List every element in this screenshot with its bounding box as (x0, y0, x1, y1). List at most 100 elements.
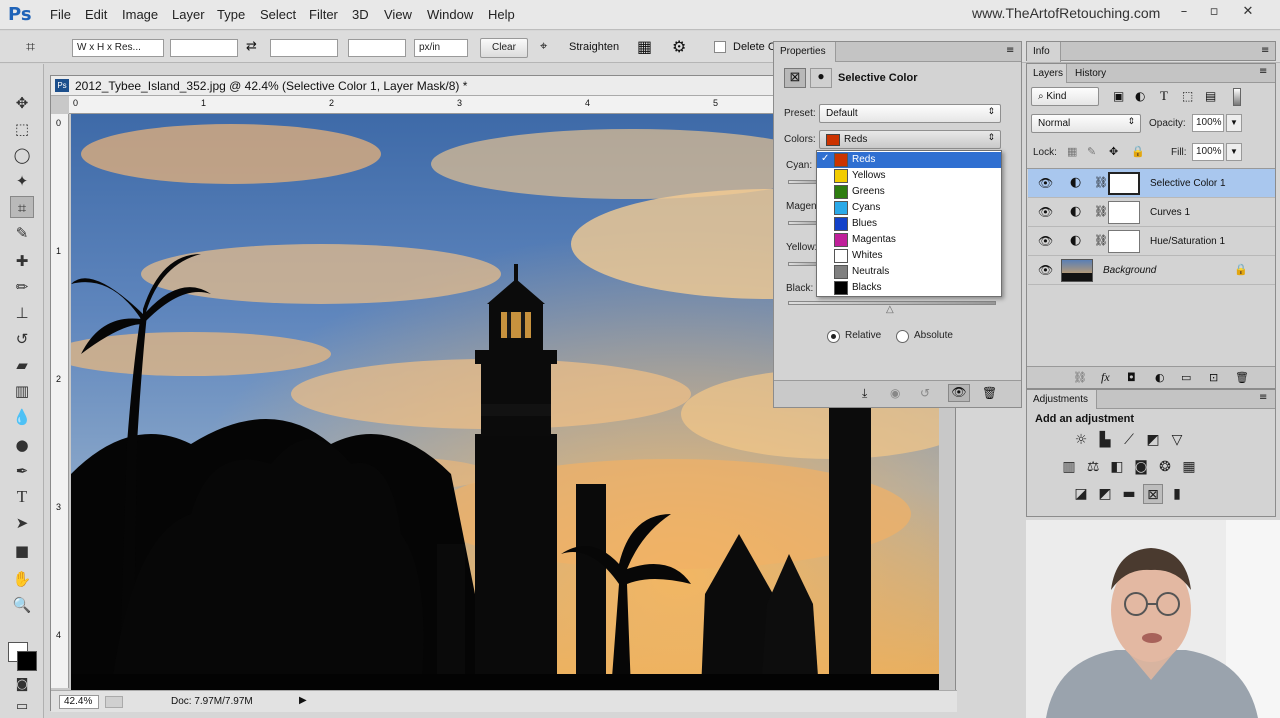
invert-icon[interactable]: ◪ (1071, 484, 1091, 504)
selective-color-icon[interactable]: ⊠ (1143, 484, 1163, 504)
hue-saturation-icon[interactable]: ▥ (1059, 457, 1079, 477)
status-menu-arrow-icon[interactable]: ▶ (299, 695, 307, 706)
new-group-icon[interactable]: ▭ (1181, 371, 1191, 384)
clip-to-layer-icon[interactable]: ⤓ (862, 386, 867, 401)
units-select[interactable]: px/in (414, 39, 468, 57)
dropdown-item-magentas[interactable]: Magentas (817, 232, 1001, 248)
link-layers-icon[interactable]: ⛓ (1073, 371, 1087, 384)
dodge-tool-icon[interactable]: ● (10, 434, 34, 456)
menu-help[interactable]: Help (488, 7, 515, 22)
maximize-icon[interactable]: ▫ (1203, 4, 1225, 22)
zoom-tool-icon[interactable]: 🔍 (10, 594, 34, 616)
crop-tool-icon-active[interactable]: ⌗ (10, 196, 34, 218)
tab-adjustments[interactable]: Adjustments (1027, 390, 1097, 409)
black-slider-handle-icon[interactable]: △ (886, 304, 894, 315)
menu-image[interactable]: Image (122, 7, 158, 22)
crop-tool-icon[interactable]: ⌗ (26, 37, 35, 57)
adjustment-filter-icon[interactable]: ◐ (1135, 89, 1145, 103)
fx-icon[interactable]: fx (1101, 370, 1110, 385)
link-icon[interactable]: ⛓ (1094, 205, 1108, 218)
layer-row-selective-color[interactable]: 👁 ◐ ⛓ Selective Color 1 (1028, 169, 1275, 198)
menu-select[interactable]: Select (260, 7, 296, 22)
tab-properties[interactable]: Properties (774, 42, 836, 62)
dropdown-item-blacks[interactable]: Blacks (817, 280, 1001, 296)
layer-row-curves[interactable]: 👁 ◐ ⛓ Curves 1 (1028, 198, 1275, 227)
layer-mask-thumbnail[interactable] (1108, 230, 1140, 253)
black-white-icon[interactable]: ◧ (1107, 457, 1127, 477)
gear-icon[interactable]: ⚙ (672, 37, 686, 56)
gradient-map-icon[interactable]: ▮ (1167, 484, 1187, 504)
visibility-eye-icon[interactable]: 👁 (948, 384, 970, 402)
color-balance-icon[interactable]: ⚖ (1083, 457, 1103, 477)
menu-type[interactable]: Type (217, 7, 245, 22)
visibility-eye-icon[interactable]: 👁 (1038, 205, 1053, 219)
grid-overlay-icon[interactable]: ▦ (637, 37, 652, 56)
delete-layer-icon[interactable]: 🗑 (1235, 371, 1249, 384)
pen-tool-icon[interactable]: ✒ (10, 460, 34, 482)
dropdown-item-cyans[interactable]: Cyans (817, 200, 1001, 216)
menu-3d[interactable]: 3D (352, 7, 369, 22)
swap-icon[interactable]: ⇄ (246, 39, 257, 54)
link-icon[interactable]: ⛓ (1094, 176, 1108, 189)
blend-mode-select[interactable]: Normal ⇕ (1031, 114, 1141, 133)
clone-stamp-tool-icon[interactable]: ⊥ (10, 302, 34, 324)
blur-tool-icon[interactable]: 💧 (10, 406, 34, 428)
eraser-tool-icon[interactable]: ▰ (10, 354, 34, 376)
filter-toggle-icon[interactable] (1233, 88, 1241, 106)
layer-name[interactable]: Hue/Saturation 1 (1150, 236, 1225, 247)
straighten-icon[interactable]: ⌖ (540, 39, 547, 54)
dropdown-item-neutrals[interactable]: Neutrals (817, 264, 1001, 280)
visibility-eye-icon[interactable]: 👁 (1038, 176, 1053, 190)
lock-position-icon[interactable]: ✥ (1109, 145, 1118, 158)
panel-menu-icon[interactable]: ≡ (1006, 45, 1014, 56)
filter-kind-select[interactable]: ⌕ Kind (1031, 87, 1099, 106)
reset-icon[interactable]: ↺ (920, 386, 930, 400)
dropdown-item-yellows[interactable]: Yellows (817, 168, 1001, 184)
fill-field[interactable]: 100% (1192, 143, 1224, 161)
background-thumbnail[interactable] (1061, 259, 1093, 282)
brightness-contrast-icon[interactable]: ☼ (1071, 430, 1091, 450)
crop-ratio-select[interactable]: W x H x Res... (72, 39, 164, 57)
add-mask-icon[interactable]: ◘ (1127, 371, 1136, 384)
healing-tool-icon[interactable]: ✚ (10, 250, 34, 272)
gradient-tool-icon[interactable]: ▥ (10, 380, 34, 402)
lasso-tool-icon[interactable]: ◯ (10, 144, 34, 166)
close-icon[interactable]: ✕ (1237, 4, 1259, 22)
resolution-field[interactable] (348, 39, 406, 57)
clear-button[interactable]: Clear (480, 38, 528, 58)
screen-mode-icon[interactable]: ▭ (10, 696, 34, 718)
layer-name[interactable]: Selective Color 1 (1150, 178, 1226, 189)
lock-all-icon[interactable]: 🔒 (1131, 145, 1145, 158)
dropdown-item-whites[interactable]: Whites (817, 248, 1001, 264)
dropdown-item-reds[interactable]: ✓ Reds (817, 152, 1001, 168)
fill-arrow-icon[interactable]: ▼ (1226, 143, 1242, 161)
tab-history[interactable]: History (1075, 68, 1106, 79)
background-color-swatch[interactable] (17, 651, 37, 671)
type-filter-icon[interactable]: T (1160, 88, 1168, 104)
panel-menu-icon[interactable]: ≡ (1259, 392, 1267, 403)
menu-file[interactable]: File (50, 7, 71, 22)
shape-filter-icon[interactable]: ⬚ (1182, 89, 1193, 103)
visibility-eye-icon[interactable]: 👁 (1038, 263, 1053, 277)
delete-cropped-checkbox[interactable] (714, 41, 726, 53)
new-adjustment-icon[interactable]: ◐ (1155, 371, 1165, 384)
layer-mask-thumbnail[interactable] (1108, 201, 1140, 224)
new-layer-icon[interactable]: ⊡ (1209, 371, 1218, 384)
link-icon[interactable]: ⛓ (1094, 234, 1108, 247)
layer-mask-thumbnail[interactable] (1108, 172, 1140, 195)
layer-row-background[interactable]: 👁 Background 🔒 (1028, 256, 1275, 285)
crop-height-field[interactable] (270, 39, 338, 57)
opacity-field[interactable]: 100% (1192, 114, 1224, 132)
history-brush-tool-icon[interactable]: ↺ (10, 328, 34, 350)
menu-view[interactable]: View (384, 7, 412, 22)
lock-transparency-icon[interactable]: ▦ (1067, 145, 1077, 158)
crop-width-field[interactable] (170, 39, 238, 57)
quick-select-tool-icon[interactable]: ✦ (10, 170, 34, 192)
eyedropper-tool-icon[interactable]: ✎ (10, 222, 34, 244)
zoom-level[interactable]: 42.4% (59, 695, 99, 709)
relative-radio[interactable] (827, 330, 840, 343)
preset-select[interactable]: Default ⇕ (819, 104, 1001, 123)
panel-menu-icon[interactable]: ≡ (1261, 45, 1269, 56)
smart-object-filter-icon[interactable]: ▤ (1205, 89, 1216, 103)
menu-edit[interactable]: Edit (85, 7, 107, 22)
